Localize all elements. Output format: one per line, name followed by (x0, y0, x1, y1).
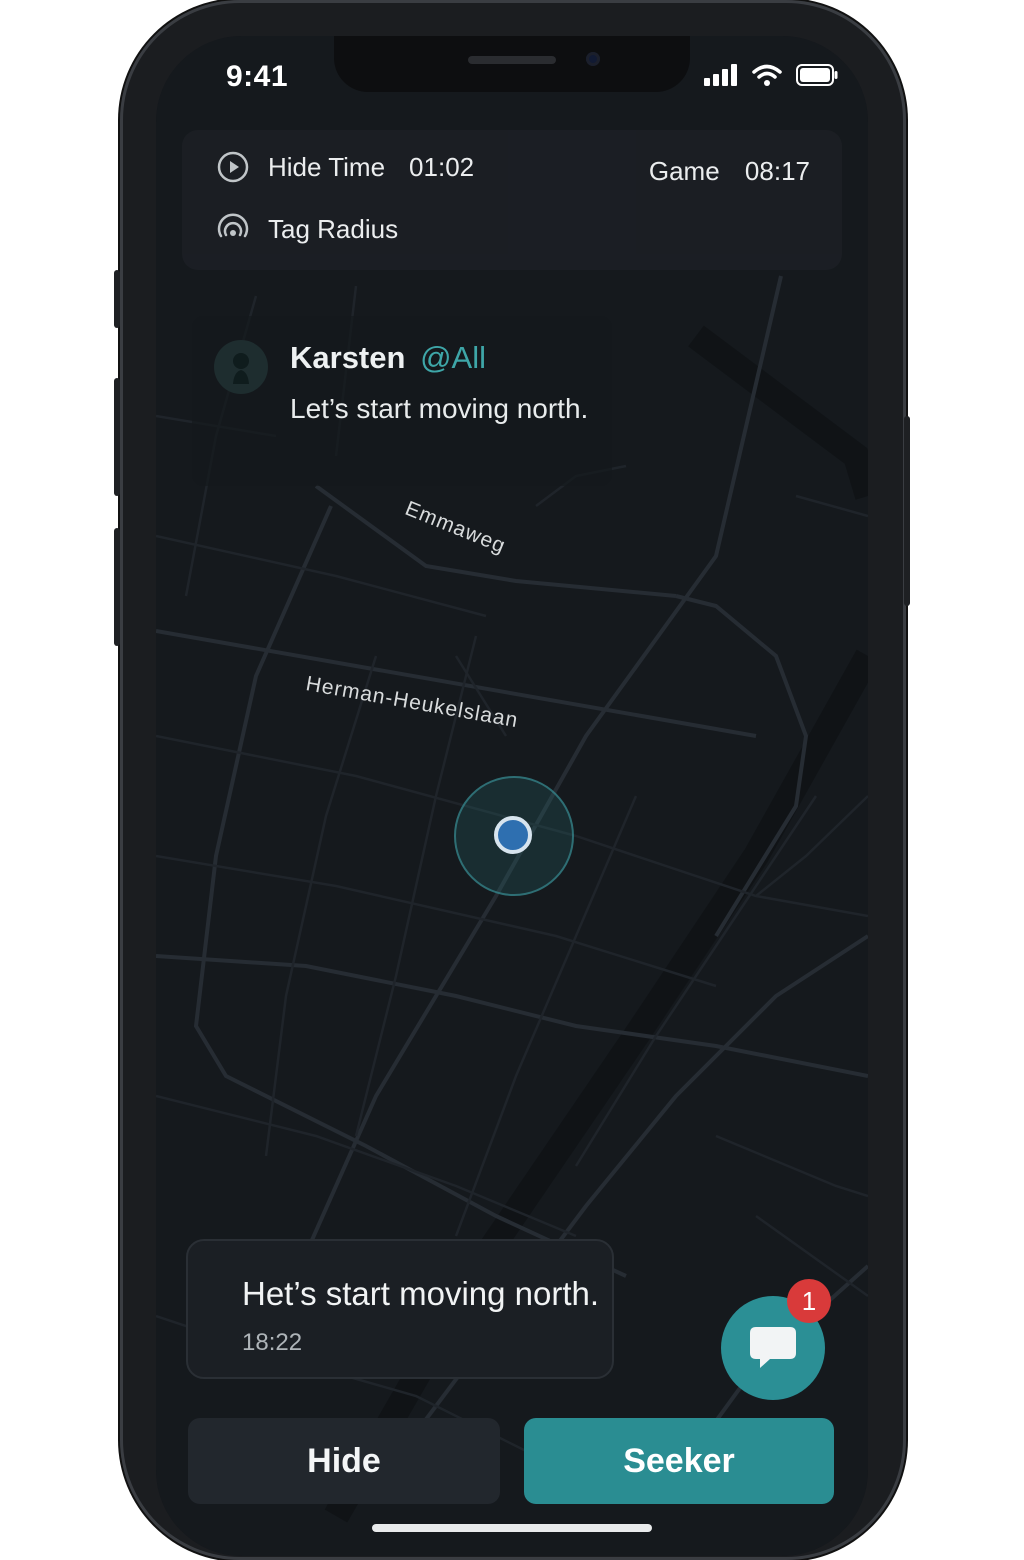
volume-up-button (114, 378, 120, 496)
avatar (214, 340, 268, 394)
game-timer: Game 08:17 (649, 156, 810, 187)
chat-bubble-icon (750, 1327, 796, 1368)
message-mention[interactable]: @All (420, 340, 486, 375)
game-label: Game (648, 156, 720, 186)
cellular-signal-icon (704, 64, 737, 86)
mute-switch (114, 270, 120, 328)
hide-button[interactable]: Hide (188, 1418, 500, 1504)
radar-signal-icon (217, 213, 249, 238)
status-icons (704, 64, 838, 86)
message-text: Let’s start moving north. (290, 393, 589, 424)
home-indicator[interactable] (372, 1524, 652, 1532)
hide-time-row: Hide Time 01:02 (216, 150, 474, 184)
front-camera (586, 52, 600, 66)
hide-time-label: Hide Time (268, 151, 386, 182)
message-sender: Karsten (290, 340, 406, 375)
play-circle-icon (217, 151, 249, 183)
volume-down-button (114, 528, 120, 646)
status-time: 9:41 (226, 60, 289, 93)
game-time-value: 08:17 (744, 156, 810, 186)
tag-radius-row[interactable]: Tag Radius (216, 212, 398, 246)
user-silhouette-icon (233, 353, 249, 384)
toast-message-text: Het’s start moving north. (242, 1275, 600, 1312)
speaker-grille (468, 56, 556, 64)
current-location-marker (494, 816, 532, 854)
screen: Emmaweg Herman-Heukelslaan 9:41 Hide Tim… (156, 36, 868, 1556)
message-header: Karsten @All (290, 340, 486, 376)
hide-time-value: 01:02 (409, 151, 475, 182)
unread-count-badge: 1 (787, 1279, 831, 1323)
seeker-button[interactable]: Seeker (524, 1418, 834, 1504)
chat-message-card[interactable]: Karsten @All Let’s start moving north. (192, 316, 612, 486)
toast-timestamp: 18:22 (242, 1329, 303, 1356)
power-button (904, 416, 910, 606)
latest-message-toast[interactable]: Het’s start moving north. 18:22 (186, 1239, 614, 1379)
battery-icon (796, 64, 838, 86)
wifi-icon (752, 64, 782, 86)
game-status-panel: Hide Time 01:02 Game 08:17 Tag Radius (182, 130, 842, 270)
tag-radius-label: Tag Radius (268, 213, 399, 244)
notch (334, 36, 690, 92)
